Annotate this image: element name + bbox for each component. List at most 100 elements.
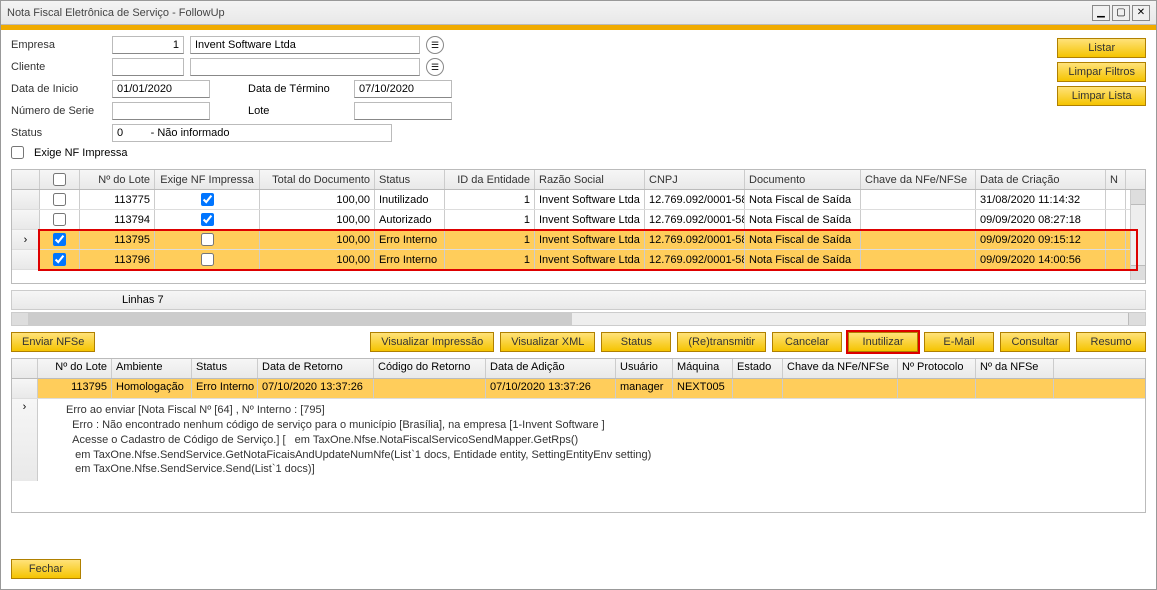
col-lote[interactable]: Nº do Lote <box>80 170 155 189</box>
cliente-lookup-icon[interactable]: ☰ <box>426 58 444 76</box>
close-button[interactable]: ✕ <box>1132 5 1150 21</box>
detail-status: Erro Interno <box>192 379 258 398</box>
cell-razao: Invent Software Ltda <box>535 210 645 229</box>
row-checkbox-cell[interactable] <box>40 250 80 269</box>
listar-button[interactable]: Listar <box>1057 38 1146 58</box>
dcol-ambiente[interactable]: Ambiente <box>112 359 192 378</box>
cliente-name-input[interactable] <box>190 58 420 76</box>
col-exige[interactable]: Exige NF Impressa <box>155 170 260 189</box>
cell-lote: 113794 <box>80 210 155 229</box>
retransmitir-button[interactable]: (Re)transmitir <box>677 332 766 352</box>
dcol-codigo[interactable]: Código do Retorno <box>374 359 486 378</box>
exige-nf-checkbox[interactable] <box>11 146 24 159</box>
resumo-button[interactable]: Resumo <box>1076 332 1146 352</box>
dcol-nfse[interactable]: Nº da NFSe <box>976 359 1054 378</box>
title-bar: Nota Fiscal Eletrônica de Serviço - Foll… <box>1 1 1156 25</box>
visualizar-xml-button[interactable]: Visualizar XML <box>500 332 595 352</box>
cell-exige[interactable] <box>155 250 260 269</box>
row-checkbox-cell[interactable] <box>40 230 80 249</box>
exige-checkbox[interactable] <box>201 233 214 246</box>
row-checkbox[interactable] <box>53 213 66 226</box>
col-n[interactable]: N <box>1106 170 1126 189</box>
enviar-nfse-button[interactable]: Enviar NFSe <box>11 332 95 352</box>
dcol-maquina[interactable]: Máquina <box>673 359 733 378</box>
exige-checkbox[interactable] <box>201 193 214 206</box>
cell-cnpj: 12.769.092/0001-58 <box>645 210 745 229</box>
dcol-status[interactable]: Status <box>192 359 258 378</box>
limpar-lista-button[interactable]: Limpar Lista <box>1057 86 1146 106</box>
cancelar-button[interactable]: Cancelar <box>772 332 842 352</box>
status-select[interactable] <box>112 124 392 142</box>
lote-input[interactable] <box>354 102 452 120</box>
col-status[interactable]: Status <box>375 170 445 189</box>
numero-serie-input[interactable] <box>112 102 210 120</box>
empresa-label: Empresa <box>11 39 106 51</box>
table-row[interactable]: 113775100,00Inutilizado1Invent Software … <box>12 190 1145 210</box>
cell-data: 09/09/2020 08:27:18 <box>976 210 1106 229</box>
table-row[interactable]: 113794100,00Autorizado1Invent Software L… <box>12 210 1145 230</box>
row-checkbox[interactable] <box>53 193 66 206</box>
data-termino-input[interactable] <box>354 80 452 98</box>
dcol-usuario[interactable]: Usuário <box>616 359 673 378</box>
table-row[interactable]: 113796100,00Erro Interno1Invent Software… <box>12 250 1145 270</box>
inutilizar-button[interactable]: Inutilizar <box>848 332 918 352</box>
footer: Fechar <box>11 559 81 579</box>
dcol-chave[interactable]: Chave da NFe/NFSe <box>783 359 898 378</box>
cell-chave <box>861 250 976 269</box>
cliente-code-input[interactable] <box>112 58 184 76</box>
cell-exige[interactable] <box>155 190 260 209</box>
detail-expand-indicator[interactable]: › <box>12 399 38 481</box>
limpar-filtros-button[interactable]: Limpar Filtros <box>1057 62 1146 82</box>
visualizar-impressao-button[interactable]: Visualizar Impressão <box>370 332 494 352</box>
vertical-scrollbar[interactable] <box>1130 190 1145 280</box>
col-data[interactable]: Data de Criação <box>976 170 1106 189</box>
row-checkbox-cell[interactable] <box>40 190 80 209</box>
dcol-protocolo[interactable]: Nº Protocolo <box>898 359 976 378</box>
maximize-button[interactable]: ▢ <box>1112 5 1130 21</box>
col-doc[interactable]: Documento <box>745 170 861 189</box>
check-all-header[interactable] <box>40 170 80 189</box>
minimize-button[interactable]: ▁ <box>1092 5 1110 21</box>
error-message: Erro ao enviar [Nota Fiscal Nº [64] , Nº… <box>38 399 661 481</box>
dcol-retorno[interactable]: Data de Retorno <box>258 359 374 378</box>
cell-cnpj: 12.769.092/0001-58 <box>645 190 745 209</box>
side-buttons: Listar Limpar Filtros Limpar Lista <box>1057 38 1146 106</box>
empresa-name-input[interactable] <box>190 36 420 54</box>
detail-ambiente: Homologação <box>112 379 192 398</box>
col-ident[interactable]: ID da Entidade <box>445 170 535 189</box>
exige-checkbox[interactable] <box>201 253 214 266</box>
cell-exige[interactable] <box>155 210 260 229</box>
email-button[interactable]: E-Mail <box>924 332 994 352</box>
detail-adicao: 07/10/2020 13:37:26 <box>486 379 616 398</box>
dcol-adicao[interactable]: Data de Adição <box>486 359 616 378</box>
fechar-button[interactable]: Fechar <box>11 559 81 579</box>
exige-checkbox[interactable] <box>201 213 214 226</box>
cell-exige[interactable] <box>155 230 260 249</box>
row-checkbox[interactable] <box>53 253 66 266</box>
empresa-code-input[interactable] <box>112 36 184 54</box>
dcol-lote[interactable]: Nº do Lote <box>38 359 112 378</box>
horizontal-scrollbar[interactable] <box>11 312 1146 326</box>
cell-doc: Nota Fiscal de Saída <box>745 250 861 269</box>
row-indicator <box>12 190 40 209</box>
cell-total: 100,00 <box>260 190 375 209</box>
row-checkbox[interactable] <box>53 233 66 246</box>
table-row[interactable]: ›113795100,00Erro Interno1Invent Softwar… <box>12 230 1145 250</box>
col-razao[interactable]: Razão Social <box>535 170 645 189</box>
status-button[interactable]: Status <box>601 332 671 352</box>
data-inicio-label: Data de Inicio <box>11 83 106 95</box>
dcol-estado[interactable]: Estado <box>733 359 783 378</box>
check-all-checkbox[interactable] <box>53 173 66 186</box>
empresa-lookup-icon[interactable]: ☰ <box>426 36 444 54</box>
row-indicator <box>12 250 40 269</box>
col-cnpj[interactable]: CNPJ <box>645 170 745 189</box>
col-chave[interactable]: Chave da NFe/NFSe <box>861 170 976 189</box>
hscroll-thumb[interactable] <box>28 313 572 325</box>
col-total[interactable]: Total do Documento <box>260 170 375 189</box>
detail-row[interactable]: 113795 Homologação Erro Interno 07/10/20… <box>12 379 1145 399</box>
data-inicio-input[interactable] <box>112 80 210 98</box>
cell-status: Erro Interno <box>375 230 445 249</box>
consultar-button[interactable]: Consultar <box>1000 332 1070 352</box>
row-checkbox-cell[interactable] <box>40 210 80 229</box>
detail-grid-header: Nº do Lote Ambiente Status Data de Retor… <box>12 359 1145 379</box>
